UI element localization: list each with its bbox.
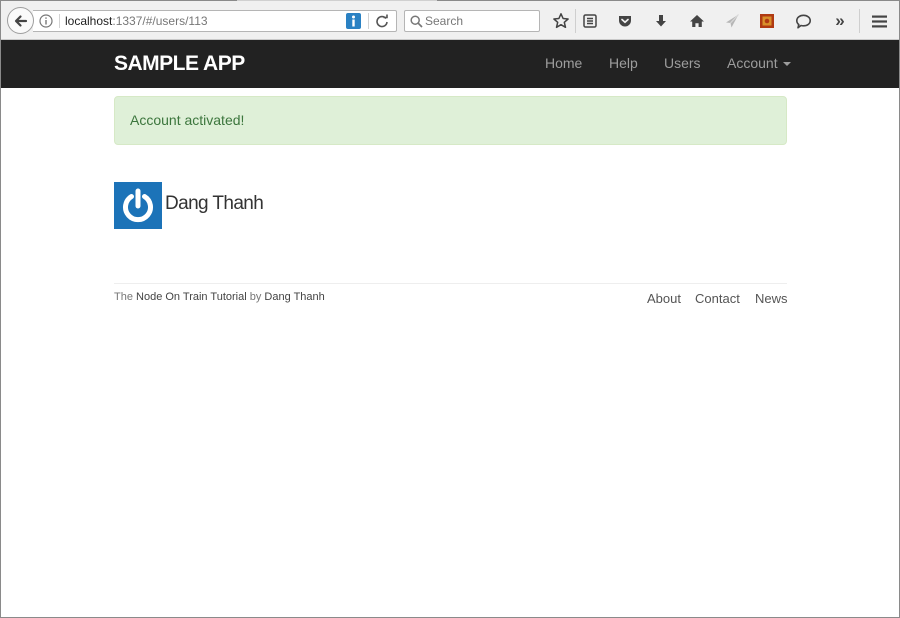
- download-icon[interactable]: [651, 11, 671, 31]
- author-link[interactable]: Dang Thanh: [264, 291, 324, 303]
- footer-prefix: The: [114, 291, 137, 303]
- url-text[interactable]: localhost:1337/#/users/113: [65, 14, 208, 29]
- brand-logo[interactable]: SAMPLE APP: [114, 52, 245, 76]
- send-tab-icon[interactable]: [722, 11, 742, 31]
- toolbar-separator: [575, 9, 576, 33]
- footer-credit: The Node On Train Tutorial by Dang Thanh: [114, 291, 325, 303]
- pocket-icon[interactable]: [615, 11, 635, 31]
- back-arrow-icon: [14, 14, 27, 27]
- url-separator-2: [368, 13, 369, 29]
- nav-account-dropdown[interactable]: Account: [727, 55, 791, 71]
- hamburger-menu-icon[interactable]: [869, 11, 889, 31]
- home-icon[interactable]: [687, 11, 707, 31]
- footer-divider: [114, 283, 787, 284]
- caret-down-icon: [782, 62, 791, 67]
- nav-account-label: Account: [727, 55, 778, 71]
- reading-list-icon[interactable]: [580, 11, 600, 31]
- url-bar[interactable]: localhost:1337/#/users/113: [33, 10, 397, 32]
- avatar[interactable]: [114, 182, 162, 229]
- tab-edge: [237, 0, 437, 3]
- success-alert: Account activated!: [114, 96, 787, 145]
- footer-link-about[interactable]: About: [647, 291, 681, 306]
- search-icon: [410, 15, 423, 28]
- profile-name: Dang Thanh: [165, 193, 264, 214]
- nav-help[interactable]: Help: [609, 55, 638, 71]
- url-host: localhost: [65, 14, 113, 28]
- footer-link-contact[interactable]: Contact: [695, 291, 740, 306]
- back-button[interactable]: [7, 7, 34, 34]
- nav-users[interactable]: Users: [664, 55, 701, 71]
- browser-toolbar: localhost:1337/#/users/113 »: [1, 0, 899, 40]
- nav-home[interactable]: Home: [545, 55, 582, 71]
- tutorial-link[interactable]: Node On Train Tutorial: [136, 291, 247, 303]
- bookmark-star-icon[interactable]: [551, 11, 571, 31]
- alert-message: Account activated!: [130, 112, 245, 128]
- reader-view-icon[interactable]: [346, 13, 361, 29]
- footer-link-news[interactable]: News: [755, 291, 788, 306]
- power-logo-icon: [123, 188, 153, 222]
- site-navbar: SAMPLE APP Home Help Users Account: [1, 40, 899, 88]
- extension-icon[interactable]: [757, 11, 777, 31]
- info-icon[interactable]: [39, 14, 53, 28]
- reload-icon[interactable]: [374, 13, 390, 29]
- chat-bubble-icon[interactable]: [793, 11, 813, 31]
- search-input[interactable]: [425, 12, 535, 30]
- footer-by: by: [246, 291, 265, 303]
- url-separator: [59, 14, 60, 28]
- toolbar-separator: [859, 9, 860, 33]
- url-path: :1337/#/users/113: [112, 14, 208, 28]
- search-bar[interactable]: [404, 10, 540, 32]
- overflow-chevron-icon[interactable]: »: [830, 11, 850, 31]
